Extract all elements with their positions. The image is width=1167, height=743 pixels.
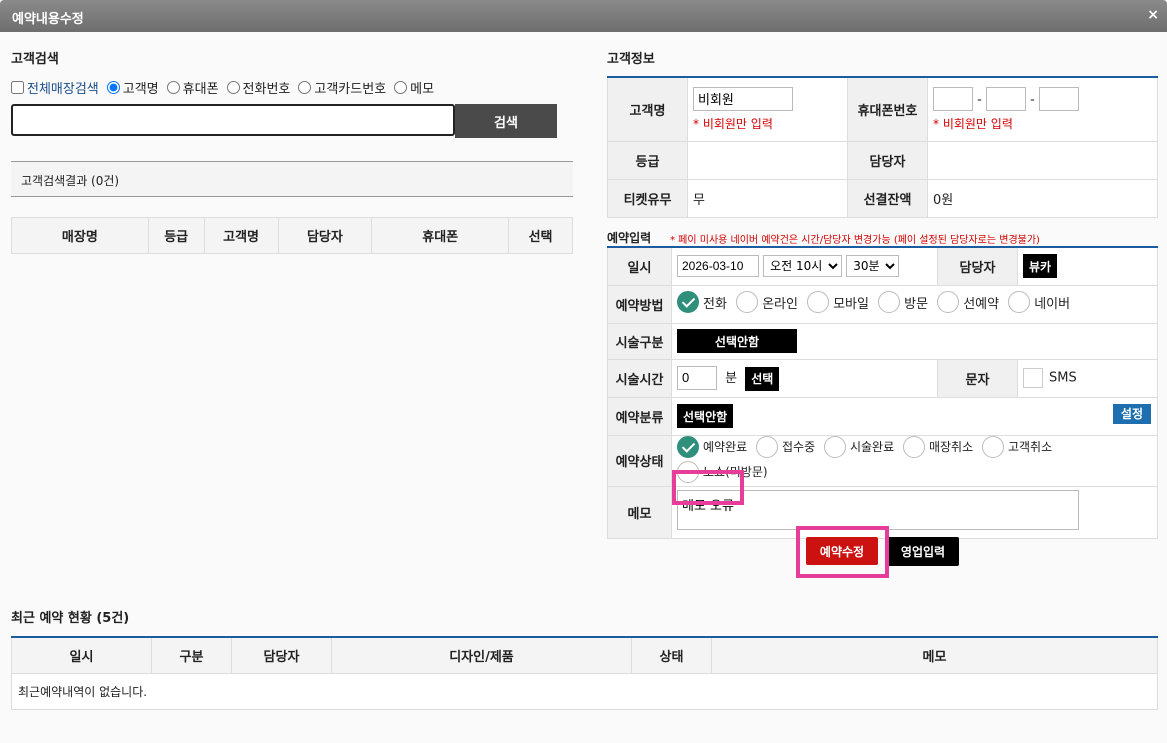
staff-label: 담당자 xyxy=(847,140,928,180)
method-online[interactable]: 온라인 xyxy=(736,291,798,313)
col-grade: 등급 xyxy=(147,217,205,254)
recent-title: 최근 예약 현황 (5건) xyxy=(11,611,130,626)
name-label: 고객명 xyxy=(607,76,688,142)
recent-table: 일시 구분 담당자 디자인/제품 상태 메모 최근예약내역이 없습니다. xyxy=(11,636,1158,710)
method-phone[interactable]: 전화 xyxy=(677,291,727,313)
ticket-value: 무 xyxy=(687,178,848,218)
recent-col-design: 디자인/제품 xyxy=(331,636,632,674)
customer-search-title: 고객검색 xyxy=(11,52,59,67)
circle-icon xyxy=(823,435,846,458)
reservation-note: * 페이 미사용 네이버 예약건은 시간/담당자 변경가능 (페이 설정된 담당… xyxy=(670,235,1040,246)
close-icon[interactable]: × xyxy=(1147,7,1159,23)
memo-highlight xyxy=(672,470,744,505)
sms-checkbox[interactable] xyxy=(1023,368,1043,388)
phone-input-3[interactable] xyxy=(1038,86,1079,111)
check-icon xyxy=(677,435,699,458)
search-options: 전체매장검색 고객명 휴대폰 전화번호 고객카드번호 메모 xyxy=(11,78,442,97)
circle-icon xyxy=(981,435,1004,458)
recent-col-staff: 담당자 xyxy=(231,636,332,674)
search-button[interactable]: 검색 xyxy=(455,104,557,138)
prepaid-label: 선결잔액 xyxy=(847,178,928,218)
method-label: 예약방법 xyxy=(607,284,672,324)
status-done[interactable]: 시술완료 xyxy=(823,435,894,458)
name-note: * 비회원만 입력 xyxy=(693,116,773,131)
method-options: 전화 온라인 모바일 방문 선예약 네이버 xyxy=(671,284,1158,324)
phone-label: 휴대폰번호 xyxy=(847,76,928,142)
service-label: 시술구분 xyxy=(607,322,672,360)
duration-select-button[interactable]: 선택 xyxy=(745,366,780,391)
staff-select-button[interactable]: 뷰카 xyxy=(1023,254,1058,279)
search-result-count: 고객검색결과 (0건) xyxy=(11,161,573,197)
duration-input[interactable] xyxy=(677,365,717,390)
status-options: 예약완료 접수중 시술완료 매장취소 고객취소 노쇼(미방문) xyxy=(671,434,1158,487)
customer-info-table: 고객명 * 비회원만 입력 휴대폰번호 - - * 비회원만 입력 등급 담당자… xyxy=(607,76,1158,218)
ticket-label: 티켓유무 xyxy=(607,178,688,218)
reservation-title: 예약입력 xyxy=(607,231,652,245)
recent-col-status: 상태 xyxy=(631,636,712,674)
radio-card-number[interactable]: 고객카드번호 xyxy=(298,78,386,97)
circle-icon xyxy=(1008,291,1031,313)
radio-customer-name[interactable]: 고객명 xyxy=(106,78,159,97)
recent-col-memo: 메모 xyxy=(711,636,1158,674)
customer-result-table: 매장명 등급 고객명 담당자 휴대폰 선택 xyxy=(11,217,573,254)
phone-input-2[interactable] xyxy=(985,86,1026,111)
circle-icon xyxy=(756,435,778,458)
service-select-button[interactable]: 선택안함 xyxy=(677,329,797,353)
circle-icon xyxy=(937,291,960,313)
radio-memo[interactable]: 메모 xyxy=(394,78,434,97)
circle-icon xyxy=(878,291,901,313)
col-store: 매장명 xyxy=(11,217,149,254)
col-select: 선택 xyxy=(508,217,573,254)
minute-select[interactable]: 30분 xyxy=(846,255,900,278)
datetime-label: 일시 xyxy=(607,246,672,286)
customer-info-title: 고객정보 xyxy=(607,52,655,67)
status-label: 예약상태 xyxy=(607,434,672,487)
radio-mobile[interactable]: 휴대폰 xyxy=(166,78,219,97)
date-input[interactable] xyxy=(677,255,759,278)
circle-icon xyxy=(736,291,759,313)
method-mobile[interactable]: 모바일 xyxy=(807,291,869,313)
circle-icon xyxy=(807,291,830,313)
grade-label: 등급 xyxy=(607,140,688,180)
col-mobile: 휴대폰 xyxy=(371,217,510,254)
status-complete[interactable]: 예약완료 xyxy=(677,435,747,458)
col-customer-name: 고객명 xyxy=(203,217,279,254)
radio-phone[interactable]: 전화번호 xyxy=(226,78,290,97)
grade-value xyxy=(687,140,848,180)
res-staff-label: 담당자 xyxy=(937,246,1018,286)
all-store-checkbox-label[interactable]: 전체매장검색 xyxy=(11,78,99,97)
recent-col-datetime: 일시 xyxy=(11,636,152,674)
prepaid-value: 0원 xyxy=(927,178,1158,218)
phone-input-1[interactable] xyxy=(933,86,973,111)
phone-note: * 비회원만 입력 xyxy=(933,116,1013,131)
customer-name-input[interactable] xyxy=(693,86,793,111)
method-visit[interactable]: 방문 xyxy=(878,291,928,313)
window-title: 예약내용수정 xyxy=(12,12,84,27)
recent-col-type: 구분 xyxy=(151,636,232,674)
check-icon xyxy=(677,291,699,313)
recent-empty-text: 최근예약내역이 없습니다. xyxy=(11,672,1158,710)
category-select-button[interactable]: 선택안함 xyxy=(677,404,734,428)
duration-label: 시술시간 xyxy=(607,358,672,398)
circle-icon xyxy=(902,435,925,458)
method-prebook[interactable]: 선예약 xyxy=(937,291,999,313)
status-customer-cancel[interactable]: 고객취소 xyxy=(981,435,1052,458)
window-titlebar: 예약내용수정 × xyxy=(0,0,1167,32)
col-staff: 담당자 xyxy=(277,217,373,254)
setting-button[interactable]: 설정 xyxy=(1112,403,1151,424)
hour-select[interactable]: 오전 10시 xyxy=(763,255,843,278)
category-label: 예약분류 xyxy=(607,396,672,436)
sales-input-button[interactable]: 영업입력 xyxy=(887,537,959,566)
status-receiving[interactable]: 접수중 xyxy=(756,435,815,458)
edit-button-highlight xyxy=(796,526,889,578)
all-store-checkbox[interactable] xyxy=(11,81,24,94)
method-naver[interactable]: 네이버 xyxy=(1008,291,1070,313)
sms-label: 문자 xyxy=(937,358,1018,398)
status-store-cancel[interactable]: 매장취소 xyxy=(902,435,973,458)
memo-label: 메모 xyxy=(607,485,672,539)
customer-search-input[interactable] xyxy=(11,104,455,136)
staff-value xyxy=(927,140,1158,180)
